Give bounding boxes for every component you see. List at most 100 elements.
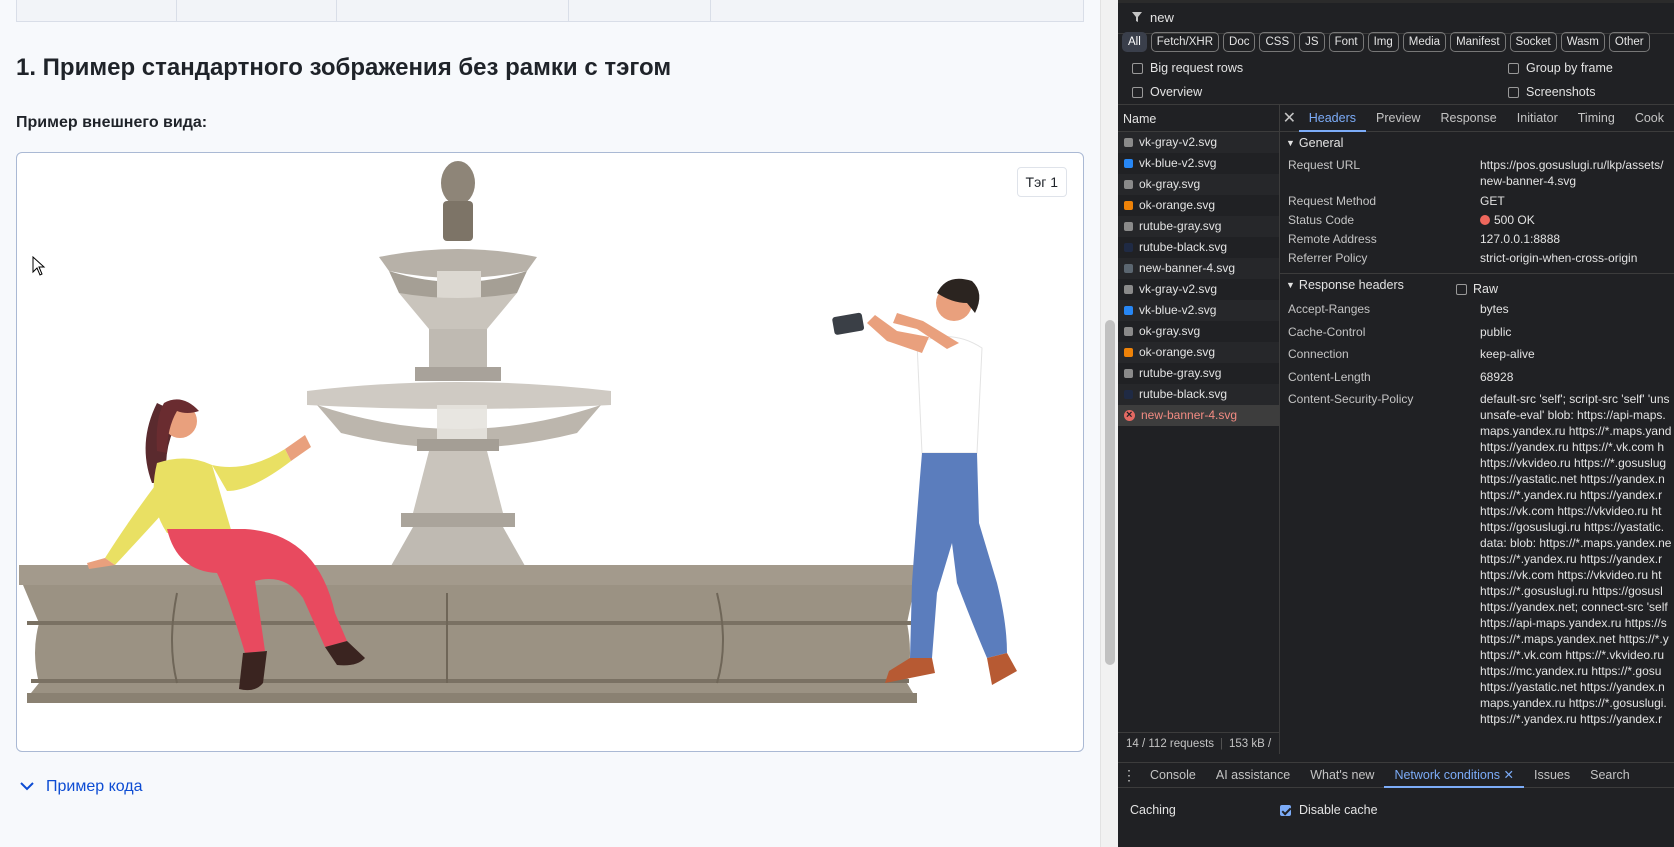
devtools-panel: new All Fetch/XHR Doc CSS JS Font Img Media Mani…	[1118, 0, 1674, 847]
referrer-policy-value: strict-origin-when-cross-origin	[1480, 251, 1638, 265]
request-row[interactable]: new-banner-4.svg	[1118, 258, 1279, 279]
tab-response[interactable]: Response	[1430, 105, 1506, 132]
csp-line: https://vk.com https://vkvideo.ru ht	[1480, 568, 1662, 582]
type-filter-fetch-xhr[interactable]: Fetch/XHR	[1150, 32, 1220, 52]
triangle-down-icon: ▼	[1286, 279, 1295, 290]
filter-input[interactable]: new	[1150, 10, 1174, 25]
request-name: vk-gray-v2.svg	[1139, 282, 1218, 296]
type-filter-wasm[interactable]: Wasm	[1560, 32, 1605, 52]
screenshots-option[interactable]: Screenshots	[1508, 85, 1595, 99]
request-row[interactable]: ok-gray.svg	[1118, 174, 1279, 195]
request-name: ok-orange.svg	[1139, 198, 1216, 212]
cache-control-value: public	[1480, 324, 1512, 339]
fountain-illustration	[19, 161, 1017, 703]
close-icon[interactable]: ✕	[1280, 108, 1299, 128]
request-row[interactable]: rutube-gray.svg	[1118, 363, 1279, 384]
remote-address-key: Remote Address	[1288, 232, 1377, 246]
drawer-tab-what-s-new[interactable]: What's new	[1300, 763, 1384, 788]
type-filter-img[interactable]: Img	[1367, 32, 1399, 52]
screenshots-checkbox[interactable]	[1508, 86, 1519, 98]
drawer-tab-search[interactable]: Search	[1580, 763, 1640, 788]
type-filter-manifest[interactable]: Manifest	[1450, 32, 1506, 52]
request-row[interactable]: vk-blue-v2.svg	[1118, 153, 1279, 174]
request-name: rutube-black.svg	[1139, 240, 1228, 254]
scrollbar-thumb[interactable]	[1105, 320, 1115, 665]
type-filter-other[interactable]: Other	[1608, 32, 1650, 52]
request-row[interactable]: rutube-gray.svg	[1118, 216, 1279, 237]
close-icon[interactable]: ✕	[1500, 768, 1514, 782]
drawer-tab-network-conditions[interactable]: Network conditions ✕	[1384, 763, 1524, 788]
tab-headers[interactable]: Headers	[1298, 105, 1366, 132]
content-length-row: Content-Length 68928	[1280, 369, 1674, 392]
network-conditions-panel: Caching Disable cache	[1118, 790, 1674, 847]
csp-line: https://yastatic.net https://yandex.n	[1480, 680, 1665, 694]
csp-line: https://yandex.net; connect-src 'self	[1480, 600, 1668, 614]
overview-option[interactable]: Overview	[1132, 85, 1202, 99]
big-request-rows-checkbox[interactable]	[1132, 62, 1143, 74]
csp-key: Content-Security-Policy	[1288, 392, 1414, 406]
page-scrollbar[interactable]	[1100, 0, 1118, 847]
request-url-value: https://pos.gosuslugi.ru/lkp/assets/new-…	[1480, 157, 1663, 189]
disable-cache-checkbox[interactable]	[1280, 804, 1291, 816]
request-row[interactable]: rutube-black.svg	[1118, 237, 1279, 258]
request-name: rutube-gray.svg	[1139, 219, 1222, 233]
request-name: ok-gray.svg	[1139, 324, 1201, 338]
drawer-tab-ai-assistance[interactable]: AI assistance	[1206, 763, 1300, 788]
request-url-row: Request URL https://pos.gosuslugi.ru/lkp/…	[1280, 157, 1674, 189]
type-filter-doc[interactable]: Doc	[1223, 32, 1256, 52]
screenshots-label: Screenshots	[1526, 85, 1596, 99]
request-row[interactable]: rutube-black.svg	[1118, 384, 1279, 405]
name-column-header[interactable]: Name	[1118, 104, 1279, 132]
tab-timing[interactable]: Timing	[1568, 105, 1625, 132]
type-filter-all[interactable]: All	[1122, 32, 1147, 52]
request-row[interactable]: new-banner-4.svg	[1118, 405, 1279, 426]
type-filter-font[interactable]: Font	[1328, 32, 1364, 52]
request-name: ok-orange.svg	[1139, 345, 1216, 359]
request-row[interactable]: vk-gray-v2.svg	[1118, 132, 1279, 153]
request-row[interactable]: vk-gray-v2.svg	[1118, 279, 1279, 300]
request-row[interactable]: ok-orange.svg	[1118, 342, 1279, 363]
raw-checkbox[interactable]	[1456, 283, 1467, 295]
general-section-header[interactable]: ▼ General	[1280, 132, 1674, 154]
drawer-tab-label: Search	[1590, 767, 1630, 782]
request-row[interactable]: vk-blue-v2.svg	[1118, 300, 1279, 321]
csp-line: https://vkvideo.ru https://*.gosuslug	[1480, 456, 1667, 470]
big-request-rows-option[interactable]: Big request rows	[1132, 61, 1243, 75]
svg-file-icon	[1124, 348, 1133, 357]
type-filter-css[interactable]: CSS	[1259, 32, 1296, 52]
request-method-value: GET	[1480, 194, 1505, 208]
group-by-frame-option[interactable]: Group by frame	[1508, 61, 1613, 75]
response-headers-section-header[interactable]: ▼ Response headers Raw	[1280, 273, 1674, 296]
request-name: rutube-gray.svg	[1139, 366, 1222, 380]
type-filter-socket[interactable]: Socket	[1509, 32, 1557, 52]
tab-preview[interactable]: Preview	[1366, 105, 1430, 132]
connection-value: keep-alive	[1480, 347, 1535, 361]
csp-line: data: blob: https://*.maps.yandex.ne	[1480, 536, 1672, 550]
overview-checkbox[interactable]	[1132, 86, 1143, 98]
drawer-tab-issues[interactable]: Issues	[1524, 763, 1580, 788]
svg-file-icon	[1124, 201, 1133, 210]
drawer-tab-console[interactable]: Console	[1140, 763, 1206, 788]
mouse-pointer-icon	[32, 255, 46, 281]
raw-toggle[interactable]: Raw	[1456, 278, 1498, 300]
type-filter-media[interactable]: Media	[1402, 32, 1447, 52]
type-filter-js[interactable]: JS	[1299, 32, 1325, 52]
group-by-frame-checkbox[interactable]	[1508, 62, 1519, 74]
csp-row: Content-Security-Policy default-src 'self…	[1280, 391, 1674, 727]
cache-control-key: Cache-Control	[1288, 324, 1366, 339]
request-name: ok-gray.svg	[1139, 177, 1201, 191]
disable-cache-option[interactable]: Disable cache	[1280, 803, 1378, 817]
tab-initiator[interactable]: Initiator	[1507, 105, 1568, 132]
request-row[interactable]: ok-gray.svg	[1118, 321, 1279, 342]
svg-file-icon	[1124, 180, 1133, 189]
page-title: 1. Пример стандартного зображения без ра…	[16, 54, 672, 81]
code-example-toggle[interactable]: Пример кода	[20, 778, 143, 796]
csp-line: https://*.maps.yandex.net https://*.y	[1480, 632, 1669, 646]
example-subheading: Пример внешнего вида:	[16, 114, 208, 131]
svg-file-icon	[1124, 285, 1133, 294]
request-row[interactable]: ok-orange.svg	[1118, 195, 1279, 216]
tab-cook[interactable]: Cook	[1625, 105, 1674, 132]
csp-line: https://yastatic.net https://yandex.n	[1480, 472, 1665, 486]
more-vertical-icon[interactable]: ⋮	[1118, 767, 1140, 784]
svg-file-icon	[1124, 306, 1133, 315]
